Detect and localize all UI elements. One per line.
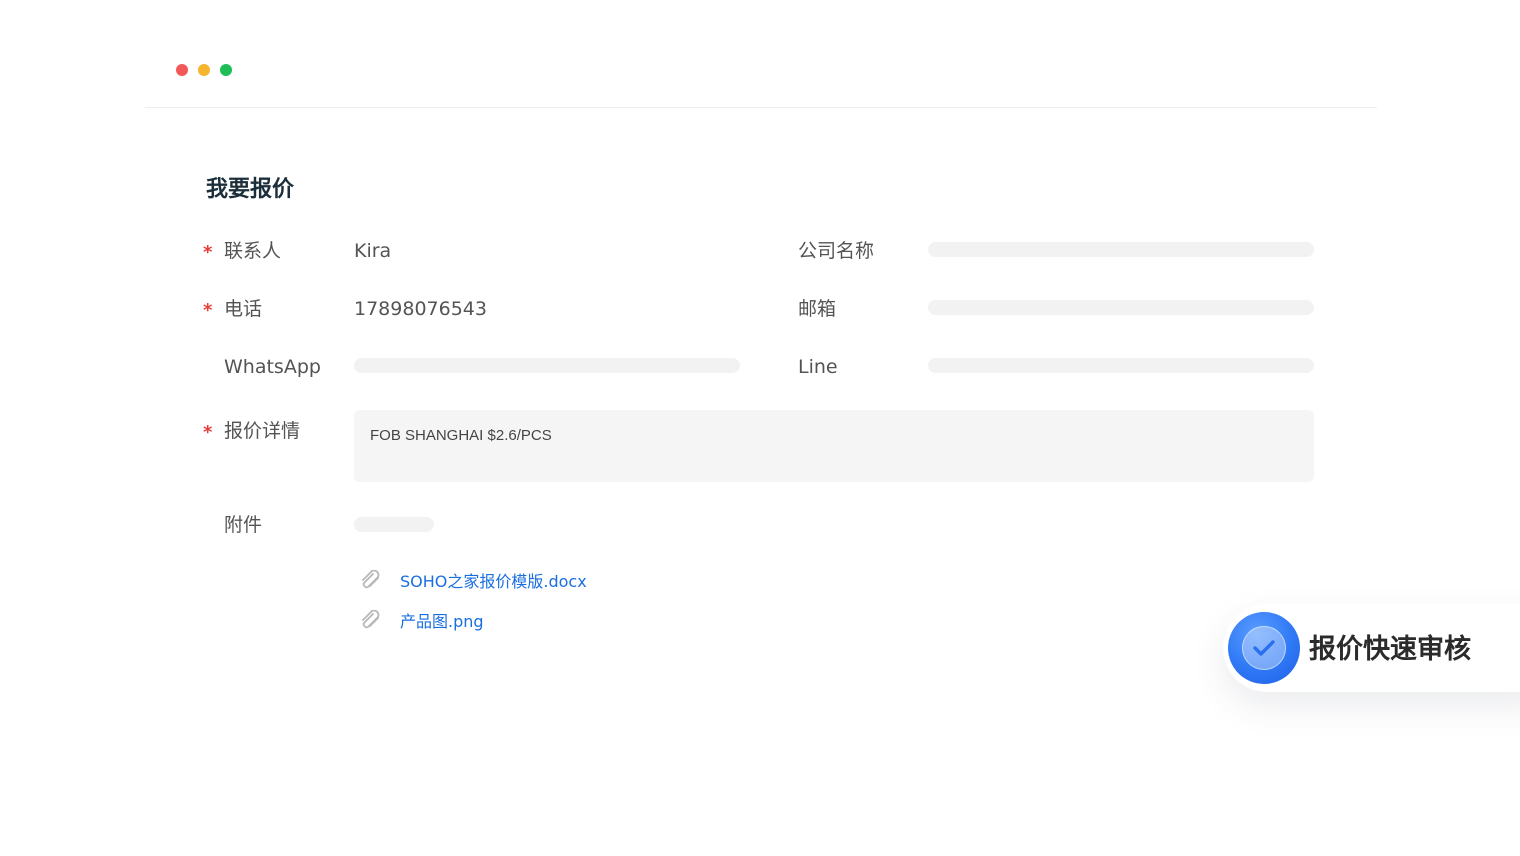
contact-label: 联系人 [224, 240, 282, 262]
window-maximize-button[interactable] [220, 64, 232, 76]
upload-button[interactable] [354, 517, 434, 532]
attachment-item[interactable]: SOHO之家报价模版.docx [359, 568, 587, 592]
attachment-link-docx[interactable]: SOHO之家报价模版.docx [400, 568, 587, 592]
line-field[interactable] [928, 358, 1314, 373]
phone-label: 电话 [224, 298, 263, 320]
company-field[interactable] [928, 242, 1314, 257]
email-field[interactable] [928, 300, 1314, 315]
check-circle-icon [1228, 612, 1300, 684]
whatsapp-field[interactable] [354, 358, 740, 373]
required-marker-quote: * [203, 422, 213, 443]
attachment-item[interactable]: 产品图.png [359, 608, 484, 632]
whatsapp-label: WhatsApp [224, 356, 321, 378]
paperclip-icon [359, 569, 383, 590]
line-label: Line [798, 356, 838, 378]
email-label: 邮箱 [798, 298, 837, 320]
quick-review-label: 报价快速审核 [1309, 634, 1471, 665]
required-marker-phone: * [203, 300, 213, 321]
window-close-button[interactable] [176, 64, 188, 76]
paperclip-icon [359, 609, 383, 630]
company-label: 公司名称 [798, 240, 875, 262]
form-title: 我要报价 [206, 177, 295, 202]
quote-details-label: 报价详情 [224, 420, 301, 442]
titlebar-divider [145, 107, 1377, 108]
contact-field[interactable]: Kira [354, 237, 391, 265]
required-marker-contact: * [203, 242, 213, 263]
phone-field[interactable]: 17898076543 [354, 295, 487, 323]
window-minimize-button[interactable] [198, 64, 210, 76]
quote-details-textarea[interactable]: FOB SHANGHAI $2.6/PCS [354, 410, 1314, 482]
attachment-link-png[interactable]: 产品图.png [400, 608, 484, 632]
attachments-label: 附件 [224, 514, 263, 536]
